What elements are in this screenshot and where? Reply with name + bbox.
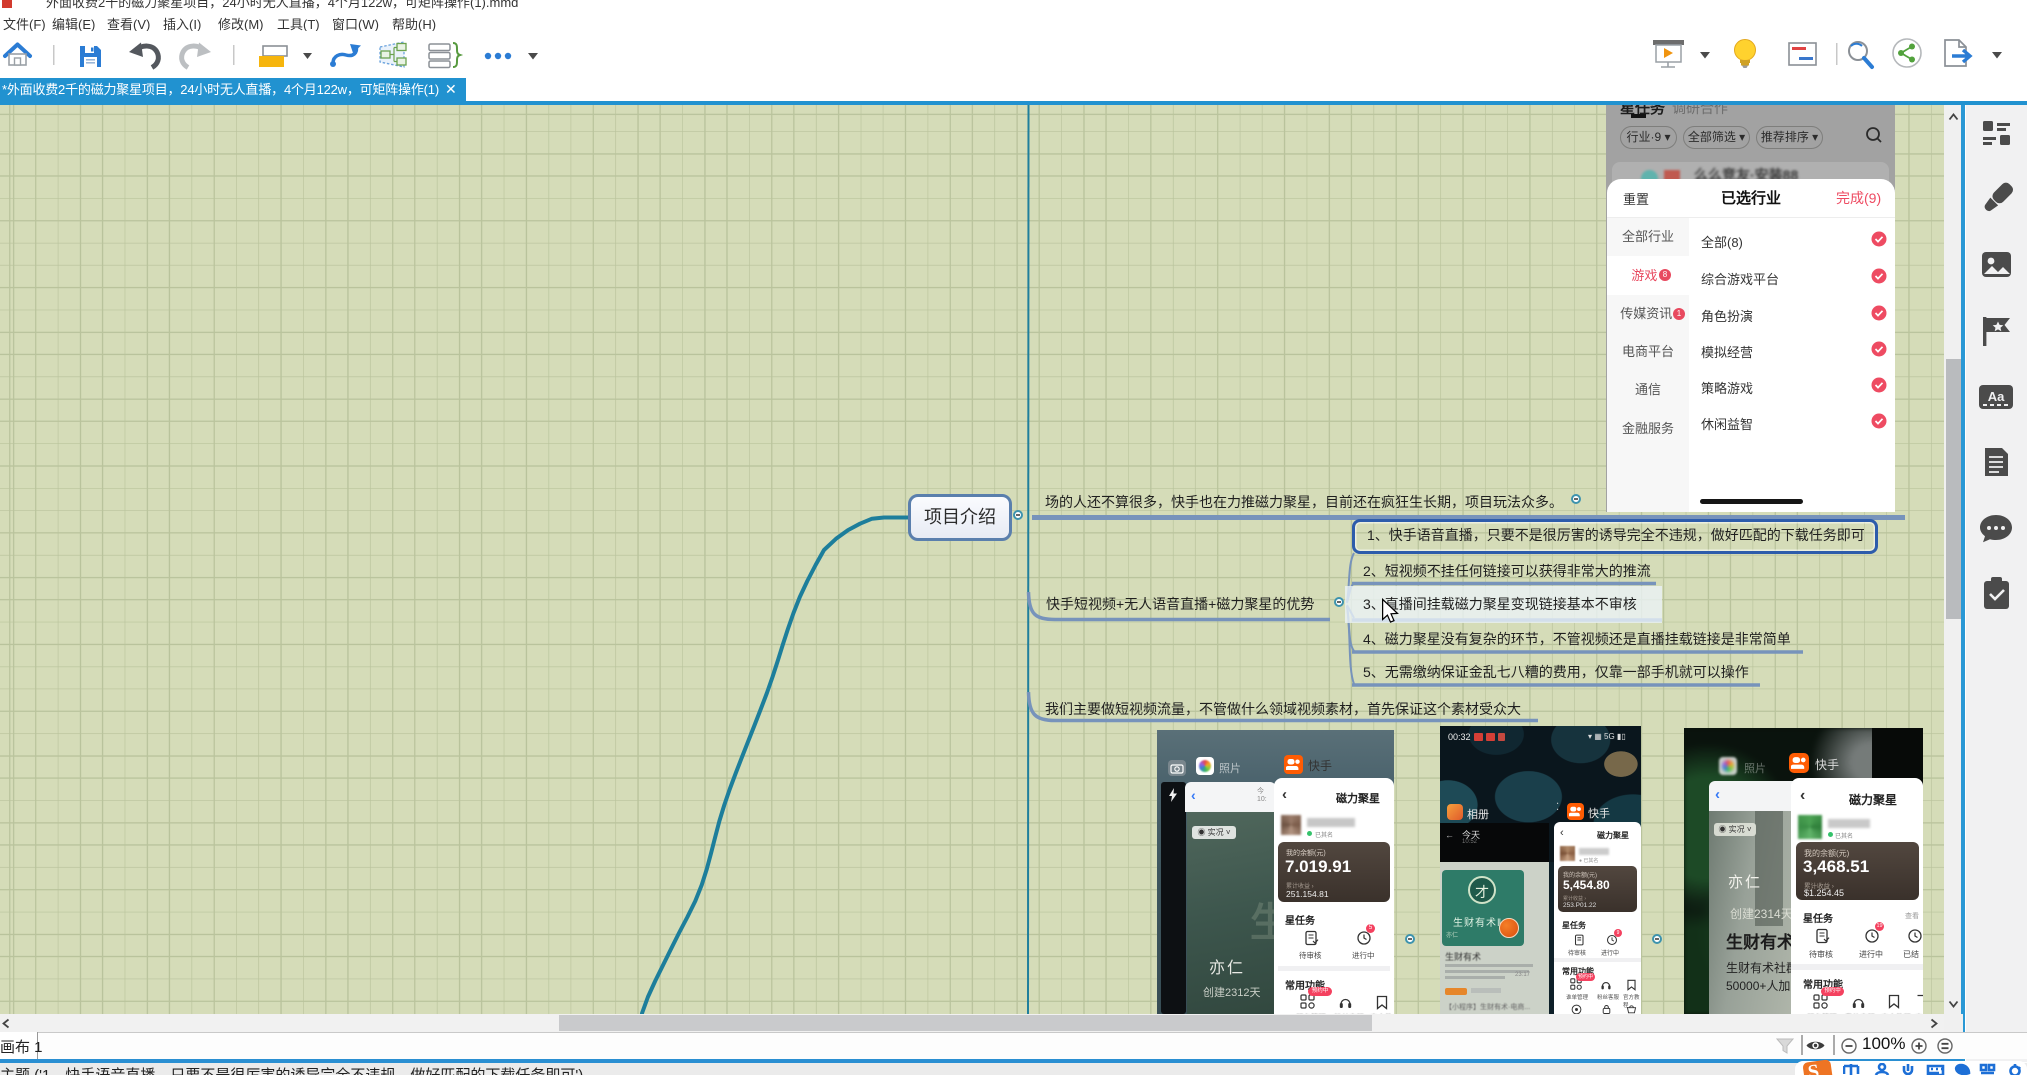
svg-text:Aa: Aa: [1988, 389, 2005, 404]
